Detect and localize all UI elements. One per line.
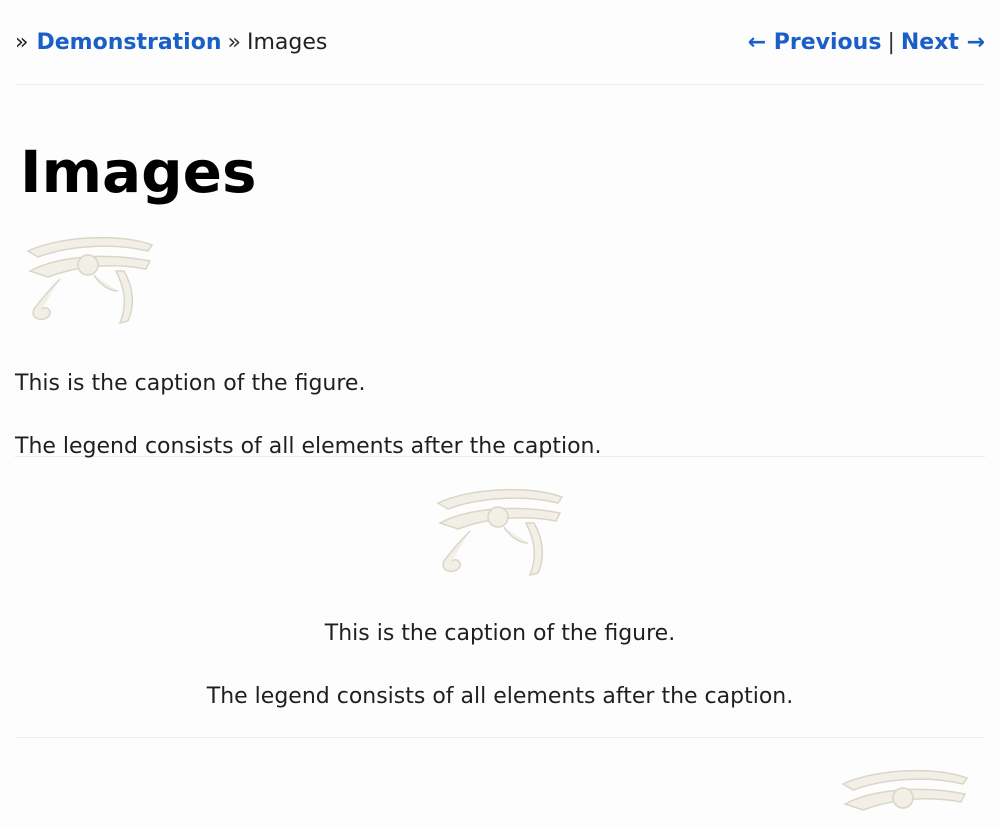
eye-of-horus-icon <box>436 488 564 577</box>
figure-legend: The legend consists of all elements afte… <box>206 684 794 709</box>
figure-caption: This is the caption of the figure. <box>324 621 676 646</box>
eye-of-horus-icon <box>841 769 969 811</box>
breadcrumb-separator: » <box>227 29 241 55</box>
breadcrumb-current: Images <box>246 29 328 55</box>
top-navigation: » Demonstration » Images ← Previous | Ne… <box>15 0 985 85</box>
breadcrumb: » Demonstration » Images <box>15 30 327 55</box>
figure-legend: The legend consists of all elements afte… <box>15 434 602 459</box>
page-title: Images <box>20 138 257 206</box>
figure-right <box>15 738 985 818</box>
pager: ← Previous | Next → <box>748 30 985 55</box>
breadcrumb-prefix: » <box>15 29 29 55</box>
next-link[interactable]: Next → <box>901 30 985 55</box>
breadcrumb-demonstration-link[interactable]: Demonstration <box>36 30 221 55</box>
pager-divider: | <box>887 29 895 55</box>
figure-caption: This is the caption of the figure. <box>15 371 366 396</box>
figure-left: This is the caption of the figure. The l… <box>15 201 985 459</box>
eye-of-horus-icon <box>26 236 154 325</box>
previous-link[interactable]: ← Previous <box>748 30 882 55</box>
page: » Demonstration » Images ← Previous | Ne… <box>0 0 1000 830</box>
figure-center: This is the caption of the figure. The l… <box>15 457 985 738</box>
